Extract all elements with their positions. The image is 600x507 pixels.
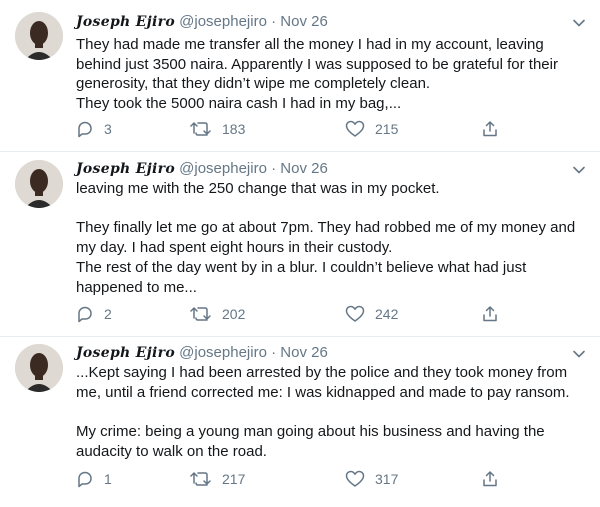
like-button[interactable]: 242 [345,303,398,325]
share-button[interactable] [481,118,509,140]
reply-button[interactable]: 1 [76,468,112,490]
tweet-actions: 1 217 317 [76,468,506,490]
retweet-button[interactable]: 217 [190,468,245,490]
retweet-count: 183 [222,121,246,137]
reply-icon [78,121,92,138]
retweet-count: 217 [222,471,246,487]
reply-count: 1 [104,471,112,487]
reply-icon [78,471,92,488]
separator: · [271,344,277,361]
retweet-button[interactable]: 183 [190,118,245,140]
tweet-date[interactable]: Nov 26 [280,13,328,30]
reply-count: 3 [104,121,112,137]
retweet-icon [190,307,211,321]
heart-icon [345,120,365,137]
share-icon [483,471,497,487]
tweet-header: Joseph Ejiro @josephejiro · Nov 26 [76,12,328,32]
avatar[interactable] [15,160,63,208]
share-icon [483,306,497,322]
share-button[interactable] [481,468,509,490]
heart-icon [345,470,365,487]
tweet[interactable]: Joseph Ejiro @josephejiro · Nov 26 leavi… [0,152,600,337]
retweet-icon [190,122,211,136]
like-button[interactable]: 215 [345,118,398,140]
separator: · [271,160,277,177]
heart-icon [345,305,365,322]
like-count: 215 [375,121,399,137]
chevron-down-icon[interactable] [572,163,586,177]
avatar-image [15,344,63,392]
author-handle[interactable]: @josephejiro [179,160,267,177]
author-handle[interactable]: @josephejiro [179,344,267,361]
author-name[interactable]: Joseph Ejiro [76,14,175,30]
avatar-image [15,12,63,60]
like-count: 242 [375,306,399,322]
avatar[interactable] [15,12,63,60]
tweet[interactable]: Joseph Ejiro @josephejiro · Nov 26 ...Ke… [0,337,600,507]
tweet-date[interactable]: Nov 26 [280,160,328,177]
author-handle[interactable]: @josephejiro [179,13,267,30]
tweet-text: leaving me with the 250 change that was … [76,180,576,296]
separator: · [271,13,277,30]
reply-button[interactable]: 3 [76,118,112,140]
avatar-image [15,160,63,208]
retweet-icon [190,472,211,486]
like-button[interactable]: 317 [345,468,398,490]
chevron-down-icon[interactable] [572,16,586,30]
reply-button[interactable]: 2 [76,303,112,325]
reply-icon [78,306,92,323]
tweet-date[interactable]: Nov 26 [280,344,328,361]
share-icon [483,121,497,137]
author-name[interactable]: Joseph Ejiro [76,345,175,361]
tweet-actions: 2 202 242 [76,303,506,325]
tweet[interactable]: Joseph Ejiro @josephejiro · Nov 26 They … [0,0,600,152]
share-button[interactable] [481,303,509,325]
reply-count: 2 [104,306,112,322]
tweet-actions: 3 183 215 [76,118,506,140]
like-count: 317 [375,471,399,487]
retweet-count: 202 [222,306,246,322]
tweet-header: Joseph Ejiro @josephejiro · Nov 26 [76,159,328,179]
chevron-down-icon[interactable] [572,347,586,361]
retweet-button[interactable]: 202 [190,303,245,325]
tweet-text: They had made me transfer all the money … [76,36,558,113]
tweet-text: ...Kept saying I had been arrested by th… [76,364,570,460]
tweet-header: Joseph Ejiro @josephejiro · Nov 26 [76,343,328,363]
author-name[interactable]: Joseph Ejiro [76,161,175,177]
avatar[interactable] [15,344,63,392]
